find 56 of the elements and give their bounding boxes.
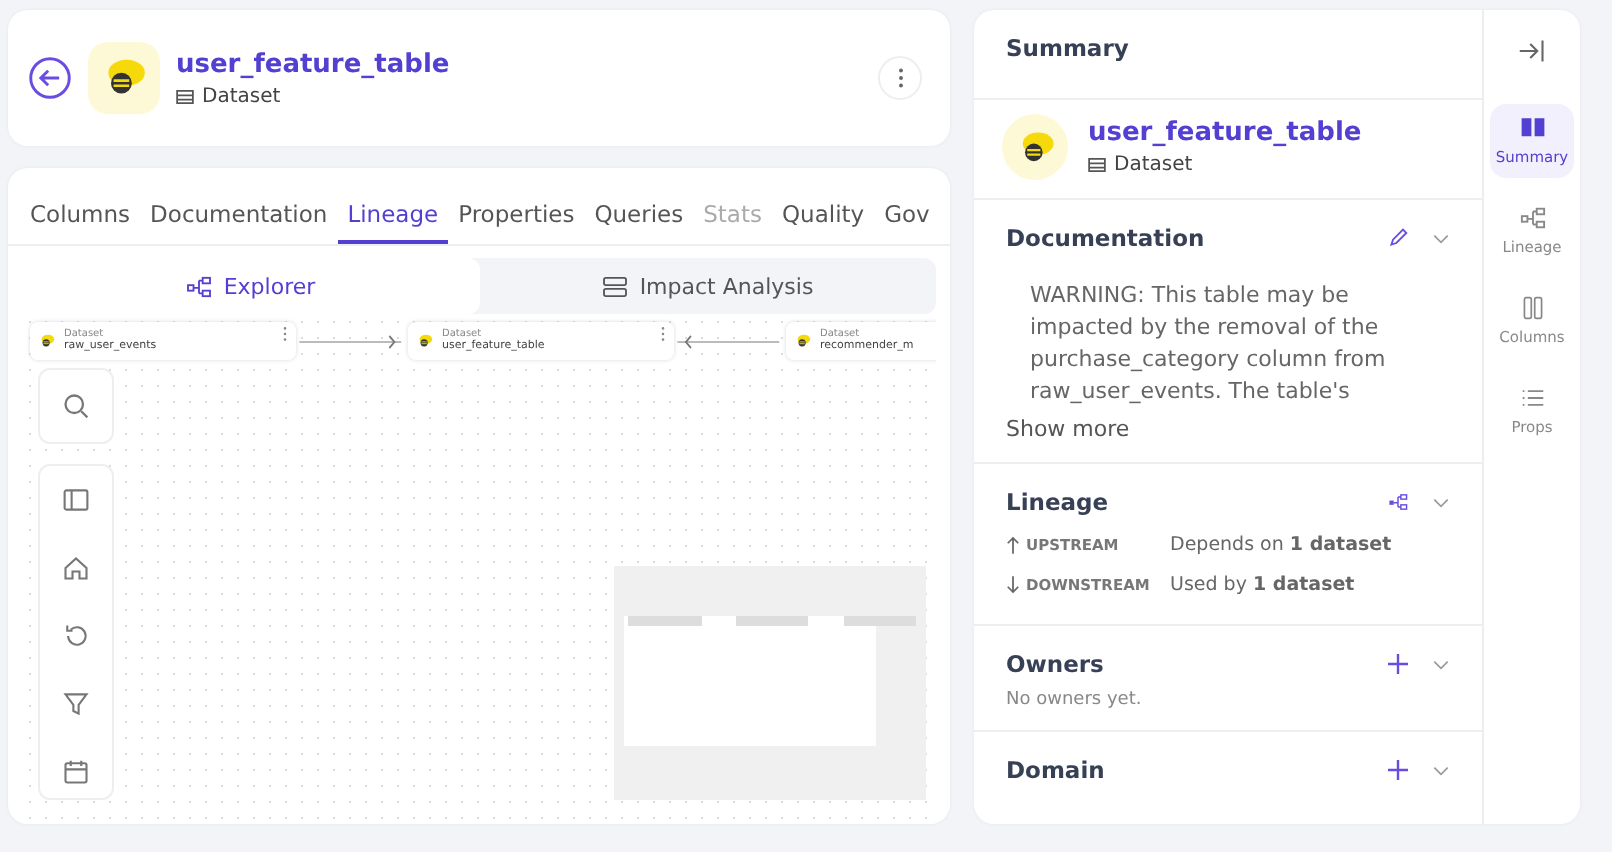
panel-heading: Summary xyxy=(1006,34,1131,62)
add-icon[interactable] xyxy=(1388,760,1408,780)
graph-icon xyxy=(1519,206,1545,230)
bee-logo-icon xyxy=(794,332,812,350)
section-heading: Domain xyxy=(1006,756,1107,784)
show-more-link[interactable]: Show more xyxy=(1006,416,1130,442)
tab[interactable]: Properties xyxy=(448,200,585,244)
dependency-text: Depends on 1 dataset xyxy=(1170,533,1392,555)
chevron-down-icon[interactable] xyxy=(1432,659,1450,669)
add-icon[interactable] xyxy=(1388,654,1408,674)
entity-title: user_feature_table xyxy=(176,49,452,79)
entity-type: Dataset xyxy=(202,85,281,107)
bee-logo-icon xyxy=(38,332,56,350)
entity-title[interactable]: user_feature_table xyxy=(1088,118,1454,148)
tab[interactable]: Columns xyxy=(30,200,141,244)
view-toggle[interactable]: Explorer xyxy=(22,258,479,314)
search-button[interactable] xyxy=(38,368,114,444)
edit-icon[interactable] xyxy=(1388,228,1408,248)
home-icon[interactable] xyxy=(62,554,90,582)
tab[interactable]: Gov xyxy=(874,200,940,244)
dependency-text: Used by 1 dataset xyxy=(1170,573,1355,595)
search-icon xyxy=(62,392,90,420)
chevron-down-icon[interactable] xyxy=(1432,497,1450,507)
tab[interactable]: Queries xyxy=(584,200,694,244)
book-icon xyxy=(1519,116,1545,140)
documentation-text: WARNING: This table may be impacted by the removal of the purchase_category column from raw_user_events. The table's xyxy=(1030,280,1388,408)
section-heading: Lineage xyxy=(1006,488,1111,516)
chevron-down-icon[interactable] xyxy=(1432,765,1450,775)
table-icon xyxy=(176,89,194,103)
collapse-icon[interactable] xyxy=(1518,38,1546,64)
list-icon xyxy=(1519,386,1545,410)
filter-icon[interactable] xyxy=(62,690,90,718)
reset-icon[interactable] xyxy=(62,622,90,650)
section-heading: Documentation xyxy=(1006,224,1207,252)
entity-type: Dataset xyxy=(1114,154,1193,176)
columns-icon xyxy=(1519,296,1545,320)
rows-icon xyxy=(601,275,628,297)
arrow-up-icon xyxy=(1006,535,1020,553)
table-icon xyxy=(1088,158,1106,172)
view-toggle[interactable]: Impact Analysis xyxy=(479,258,936,314)
arrow-down-icon xyxy=(1006,575,1020,593)
empty-text: No owners yet. xyxy=(1006,690,1144,710)
node-menu-icon[interactable] xyxy=(282,326,288,342)
node-menu-icon[interactable] xyxy=(660,326,666,342)
lineage-icon[interactable] xyxy=(1388,492,1408,512)
tab[interactable]: Lineage xyxy=(337,200,449,244)
graph-icon xyxy=(185,275,212,297)
chevron-down-icon[interactable] xyxy=(1432,233,1450,243)
bee-logo-icon xyxy=(416,332,434,350)
section-heading: Owners xyxy=(1006,650,1106,678)
tab[interactable]: Documentation xyxy=(140,200,338,244)
more-icon xyxy=(897,66,903,90)
back-icon[interactable] xyxy=(28,56,72,100)
calendar-icon[interactable] xyxy=(62,758,90,786)
tab[interactable]: Quality xyxy=(771,200,875,244)
sidebar-toggle-icon[interactable] xyxy=(62,486,90,514)
